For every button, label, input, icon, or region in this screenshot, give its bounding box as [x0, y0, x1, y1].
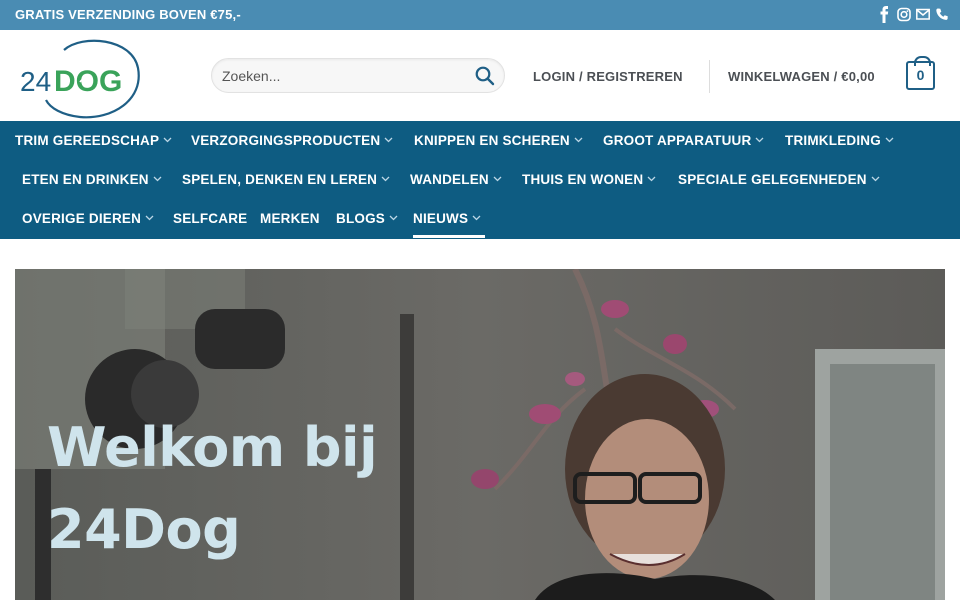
nav-item-merken[interactable]: MERKEN — [260, 211, 320, 226]
facebook-icon[interactable] — [878, 6, 891, 23]
nav-item-nieuws[interactable]: NIEUWS — [413, 211, 481, 226]
chevron-down-icon — [493, 176, 502, 182]
site-header: 24 DOG LOGIN / REGISTREREN WINKELWAGEN /… — [0, 30, 960, 121]
header-divider — [709, 60, 710, 93]
phone-icon[interactable] — [935, 6, 948, 23]
nav-item-verzorgingsproducten[interactable]: VERZORGINGSPRODUCTEN — [191, 133, 393, 148]
nav-item-label: KNIPPEN EN SCHEREN — [414, 133, 570, 148]
nav-item-selfcare[interactable]: SELFCARE — [173, 211, 247, 226]
nav-item-trim-gereedschap[interactable]: TRIM GEREEDSCHAP — [15, 133, 172, 148]
nav-item-speciale-gelegenheden[interactable]: SPECIALE GELEGENHEDEN — [678, 172, 880, 187]
hero-heading: Welkom bij 24Dog — [47, 407, 378, 571]
chevron-down-icon — [755, 137, 764, 143]
nav-item-groot-apparatuur[interactable]: GROOT APPARATUUR — [603, 133, 764, 148]
nav-item-label: VERZORGINGSPRODUCTEN — [191, 133, 381, 148]
nav-row: TRIM GEREEDSCHAP VERZORGINGSPRODUCTEN KN… — [0, 121, 960, 160]
instagram-icon[interactable] — [897, 6, 911, 23]
nav-item-eten-en-drinken[interactable]: ETEN EN DRINKEN — [22, 172, 162, 187]
search-icon[interactable] — [474, 65, 496, 87]
chevron-down-icon — [381, 176, 390, 182]
nav-item-label: SPELEN, DENKEN EN LEREN — [182, 172, 378, 187]
nav-row: ETEN EN DRINKEN SPELEN, DENKEN EN LEREN … — [0, 160, 960, 199]
chevron-down-icon — [384, 137, 393, 143]
login-register-link[interactable]: LOGIN / REGISTREREN — [533, 69, 683, 84]
nav-item-label: THUIS EN WONEN — [522, 172, 644, 187]
nav-item-wandelen[interactable]: WANDELEN — [410, 172, 502, 187]
nav-item-spelen-denken-en-leren[interactable]: SPELEN, DENKEN EN LEREN — [182, 172, 390, 187]
free-shipping-banner: GRATIS VERZENDING BOVEN €75,- — [15, 7, 241, 22]
cart-link[interactable]: WINKELWAGEN / €0,00 — [728, 69, 875, 84]
chevron-down-icon — [153, 176, 162, 182]
email-icon[interactable] — [916, 6, 930, 23]
nav-item-label: GROOT APPARATUUR — [603, 133, 752, 148]
social-links — [878, 6, 948, 23]
hero-heading-line-2: 24Dog — [47, 498, 241, 561]
cart-count-badge[interactable]: 0 — [906, 56, 935, 90]
chevron-down-icon — [885, 137, 894, 143]
nav-item-label: ETEN EN DRINKEN — [22, 172, 149, 187]
nav-row: OVERIGE DIEREN SELFCARE MERKEN BLOGS NIE… — [0, 199, 960, 238]
chevron-down-icon — [163, 137, 172, 143]
hero-heading-line-1: Welkom bij — [47, 416, 378, 479]
top-bar: GRATIS VERZENDING BOVEN €75,- — [0, 0, 960, 30]
nav-item-knippen-en-scheren[interactable]: KNIPPEN EN SCHEREN — [414, 133, 583, 148]
nav-item-label: OVERIGE DIEREN — [22, 211, 142, 226]
nav-item-label: SELFCARE — [173, 211, 248, 226]
nav-item-label: MERKEN — [260, 211, 320, 226]
nav-item-label: NIEUWS — [413, 211, 469, 226]
main-navigation: TRIM GEREEDSCHAP VERZORGINGSPRODUCTEN KN… — [0, 121, 960, 239]
search-input[interactable] — [222, 59, 472, 92]
nav-item-label: WANDELEN — [410, 172, 489, 187]
nav-item-trimkleding[interactable]: TRIMKLEDING — [785, 133, 894, 148]
nav-item-label: TRIM GEREEDSCHAP — [15, 133, 160, 148]
chevron-down-icon — [647, 176, 656, 182]
chevron-down-icon — [574, 137, 583, 143]
nav-item-blogs[interactable]: BLOGS — [336, 211, 398, 226]
nav-item-thuis-en-wonen[interactable]: THUIS EN WONEN — [522, 172, 656, 187]
chevron-down-icon — [472, 215, 481, 221]
site-logo[interactable]: 24 DOG — [20, 38, 142, 120]
nav-item-label: SPECIALE GELEGENHEDEN — [678, 172, 867, 187]
search-bar — [211, 58, 505, 93]
chevron-down-icon — [389, 215, 398, 221]
hero-banner: Welkom bij 24Dog — [15, 269, 945, 600]
nav-item-label: TRIMKLEDING — [785, 133, 881, 148]
chevron-down-icon — [145, 215, 154, 221]
nav-item-overige-dieren[interactable]: OVERIGE DIEREN — [22, 211, 154, 226]
nav-item-label: BLOGS — [336, 211, 386, 226]
active-nav-indicator — [413, 235, 485, 238]
svg-text:24: 24 — [20, 66, 51, 97]
chevron-down-icon — [871, 176, 880, 182]
